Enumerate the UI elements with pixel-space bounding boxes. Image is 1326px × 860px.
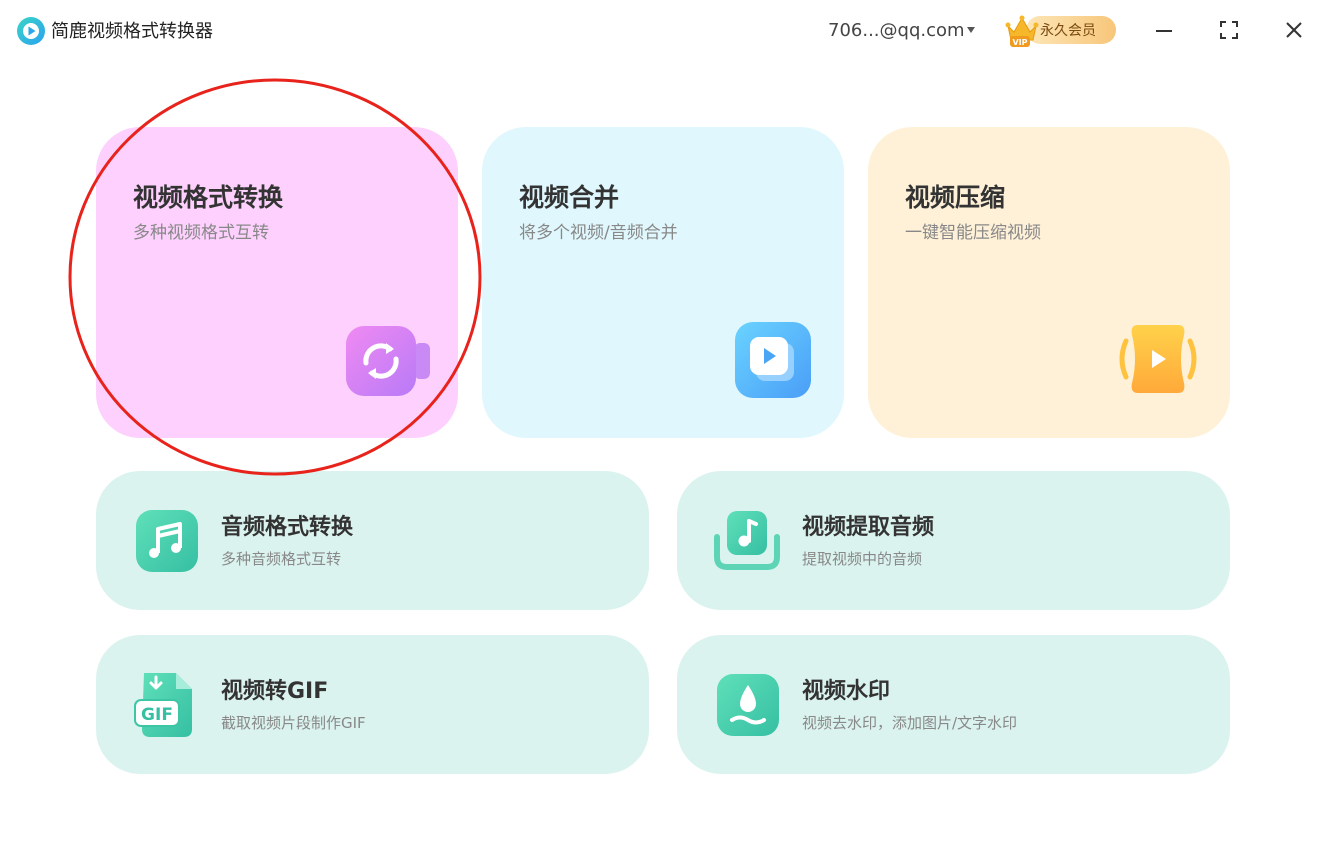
card-title: 视频压缩 <box>905 183 1006 212</box>
card-title: 视频提取音频 <box>802 515 935 540</box>
maximize-icon[interactable] <box>1213 14 1245 46</box>
card-title: 视频合并 <box>519 183 620 212</box>
minimize-icon[interactable] <box>1148 14 1180 46</box>
card-audio-convert[interactable]: 音频格式转换 多种音频格式互转 <box>96 471 649 610</box>
account-menu[interactable]: 706...@qq.com <box>828 19 965 43</box>
extract-audio-icon <box>714 511 780 570</box>
card-desc: 多种视频格式互转 <box>133 223 269 243</box>
card-desc: 多种音频格式互转 <box>221 550 342 568</box>
app-title: 简鹿视频格式转换器 <box>51 21 213 42</box>
gif-text: GIF <box>141 705 173 725</box>
card-extract-audio[interactable]: 视频提取音频 提取视频中的音频 <box>677 471 1230 610</box>
card-desc: 截取视频片段制作GIF <box>221 714 366 732</box>
card-desc: 将多个视频/音频合并 <box>519 223 678 243</box>
close-icon[interactable] <box>1278 14 1310 46</box>
card-title: 视频水印 <box>802 679 891 704</box>
vip-badge[interactable]: 永久会员 VIP <box>1004 12 1118 48</box>
play-logo-icon <box>17 17 45 45</box>
card-title: 音频格式转换 <box>221 515 354 540</box>
card-video-convert[interactable]: 视频格式转换 多种视频格式互转 <box>96 127 458 438</box>
crown-icon: VIP <box>1005 15 1039 47</box>
video-convert-icon <box>346 326 430 396</box>
chevron-down-icon[interactable] <box>967 27 975 33</box>
gif-icon: GIF <box>134 673 192 737</box>
card-video-watermark[interactable]: 视频水印 视频去水印，添加图片/文字水印 <box>677 635 1230 774</box>
card-video-merge[interactable]: 视频合并 将多个视频/音频合并 <box>482 127 844 438</box>
card-video-compress[interactable]: 视频压缩 一键智能压缩视频 <box>868 127 1230 438</box>
title-bar: 简鹿视频格式转换器 706...@qq.com 永久会员 VIP <box>0 0 1326 64</box>
card-desc: 视频去水印，添加图片/文字水印 <box>802 714 1018 732</box>
music-note-icon <box>136 510 198 572</box>
watermark-drop-icon <box>717 674 779 736</box>
card-title: 视频格式转换 <box>133 183 284 212</box>
card-title: 视频转GIF <box>221 679 329 704</box>
card-desc: 一键智能压缩视频 <box>905 223 1041 243</box>
vip-text: VIP <box>1012 38 1027 47</box>
card-desc: 提取视频中的音频 <box>802 550 923 568</box>
card-video-gif[interactable]: GIF 视频转GIF 截取视频片段制作GIF <box>96 635 649 774</box>
video-compress-icon <box>1119 325 1197 393</box>
vip-label: 永久会员 <box>1040 23 1096 39</box>
video-merge-icon <box>735 322 811 398</box>
